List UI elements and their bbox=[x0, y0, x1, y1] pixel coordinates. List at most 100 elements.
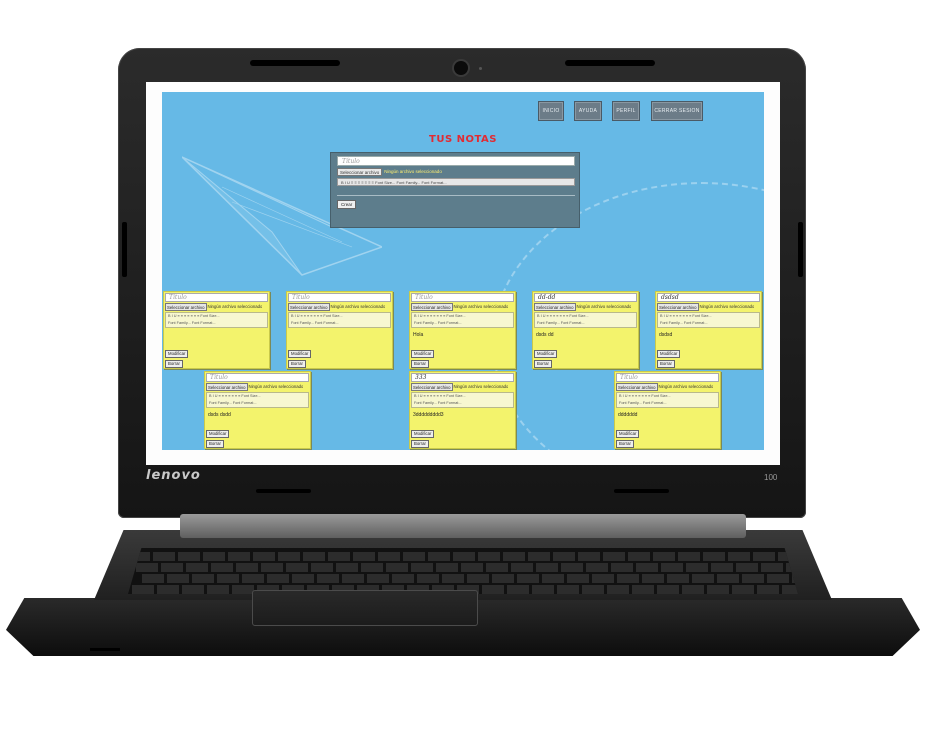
modify-note-button[interactable]: Modificar bbox=[657, 350, 681, 358]
delete-note-button[interactable]: Borrar bbox=[165, 360, 183, 368]
note-toolbar[interactable]: B I U ≡ ≡ ≡ ≡ ≡ ≡ ≡ Font Size... Font Fam… bbox=[411, 392, 514, 408]
note-card: Título Seleccionar archivo Ningún archivo… bbox=[409, 291, 516, 369]
toolbar-row: Font Family... Font Format... bbox=[660, 321, 708, 325]
nav-button-ayuda[interactable]: AYUDA bbox=[574, 101, 602, 121]
file-status-text: Ningún archivo seleccionado bbox=[576, 304, 632, 309]
laptop-model-label: 100 bbox=[764, 473, 778, 482]
note-toolbar[interactable]: B I U ≡ ≡ ≡ ≡ ≡ ≡ ≡ Font Size... Font Fam… bbox=[206, 392, 309, 408]
modify-note-button[interactable]: Modificar bbox=[411, 350, 435, 358]
delete-note-button[interactable]: Borrar bbox=[206, 440, 224, 448]
delete-note-button[interactable]: Borrar bbox=[411, 360, 429, 368]
note-toolbar[interactable]: B I U ≡ ≡ ≡ ≡ ≡ ≡ ≡ Font Size... Font Fam… bbox=[288, 312, 391, 328]
select-file-button[interactable]: Seleccionar archivo bbox=[534, 303, 576, 311]
toolbar-row: B I U ≡ ≡ ≡ ≡ ≡ ≡ ≡ Font Size... bbox=[209, 394, 261, 398]
file-status-text: Ningún archivo seleccionado bbox=[658, 384, 714, 389]
note-toolbar[interactable]: B I U ≡ ≡ ≡ ≡ ≡ ≡ ≡ Font Size... Font Fam… bbox=[165, 312, 268, 328]
note-card: Título Seleccionar archivo Ningún archivo… bbox=[204, 371, 311, 449]
note-file-picker: Seleccionar archivo Ningún archivo selecc… bbox=[165, 303, 268, 311]
select-file-button[interactable]: Seleccionar archivo bbox=[165, 303, 207, 311]
modify-note-button[interactable]: Modificar bbox=[288, 350, 312, 358]
file-status-text: Ningún archivo seleccionado bbox=[453, 304, 509, 309]
delete-note-button[interactable]: Borrar bbox=[534, 360, 552, 368]
note-toolbar[interactable]: B I U ≡ ≡ ≡ ≡ ≡ ≡ ≡ Font Size... Font Fam… bbox=[657, 312, 760, 328]
note-body-text[interactable]: dsds dsdd bbox=[208, 412, 308, 418]
note-toolbar[interactable]: B I U ≡ ≡ ≡ ≡ ≡ ≡ ≡ Font Size... Font Fam… bbox=[411, 312, 514, 328]
rich-text-toolbar[interactable]: B I U ≡ ≡ ≡ ≡ ≡ ≡ ≡ Font Size... Font Fa… bbox=[337, 178, 575, 186]
toolbar-row: Font Family... Font Format... bbox=[291, 321, 339, 325]
lid-slot-left bbox=[250, 60, 340, 66]
note-title-input[interactable]: dsdsd bbox=[657, 293, 760, 302]
toolbar-row: B I U ≡ ≡ ≡ ≡ ≡ ≡ ≡ Font Size... bbox=[168, 314, 220, 318]
note-toolbar[interactable]: B I U ≡ ≡ ≡ ≡ ≡ ≡ ≡ Font Size... Font Fam… bbox=[534, 312, 637, 328]
delete-note-button[interactable]: Borrar bbox=[288, 360, 306, 368]
lid-slot-right bbox=[565, 60, 655, 66]
select-file-button[interactable]: Seleccionar archivo bbox=[411, 383, 453, 391]
note-toolbar[interactable]: B I U ≡ ≡ ≡ ≡ ≡ ≡ ≡ Font Size... Font Fam… bbox=[616, 392, 719, 408]
note-title-input[interactable]: Título bbox=[616, 373, 719, 382]
toolbar-row: B I U ≡ ≡ ≡ ≡ ≡ ≡ ≡ Font Size... bbox=[537, 314, 589, 318]
nav-button-perfil[interactable]: PERFIL bbox=[612, 101, 640, 121]
laptop-brand-logo: lenovo bbox=[146, 468, 201, 483]
note-file-picker: Seleccionar archivo Ningún archivo selecc… bbox=[411, 303, 514, 311]
note-body-text[interactable]: ddddddd bbox=[618, 412, 718, 418]
file-status-text: Ningún archivo seleccionado bbox=[207, 304, 263, 309]
note-card: Título Seleccionar archivo Ningún archivo… bbox=[163, 291, 270, 369]
toolbar-row: Font Family... Font Format... bbox=[209, 401, 257, 405]
note-title-input[interactable]: 333 bbox=[411, 373, 514, 382]
note-body-text[interactable]: Hola bbox=[413, 332, 513, 338]
bezel-slot-right bbox=[614, 489, 669, 493]
delete-note-button[interactable]: Borrar bbox=[657, 360, 675, 368]
create-note-button[interactable]: Crear bbox=[337, 200, 357, 209]
file-status-text: Ningún archivo seleccionado bbox=[699, 304, 755, 309]
modify-note-button[interactable]: Modificar bbox=[534, 350, 558, 358]
modify-note-button[interactable]: Modificar bbox=[411, 430, 435, 438]
toolbar-row: Font Family... Font Format... bbox=[414, 401, 462, 405]
trackpad bbox=[252, 590, 478, 626]
delete-note-button[interactable]: Borrar bbox=[616, 440, 634, 448]
toolbar-row: B I U ≡ ≡ ≡ ≡ ≡ ≡ ≡ Font Size... bbox=[660, 314, 712, 318]
modify-note-button[interactable]: Modificar bbox=[616, 430, 640, 438]
delete-note-button[interactable]: Borrar bbox=[411, 440, 429, 448]
note-body-text[interactable]: dsdsd bbox=[659, 332, 759, 338]
note-body-text[interactable]: dsds dd bbox=[536, 332, 636, 338]
keyboard bbox=[128, 548, 798, 594]
notes-web-page: INICIO AYUDA PERFIL CERRAR SESION TUS NO… bbox=[162, 92, 764, 450]
file-status-text: Ningún archivo seleccionado bbox=[330, 304, 386, 309]
laptop-mockup: lenovo 100 INICIO AYUDA PERFIL CERRAR SE… bbox=[0, 0, 926, 730]
toolbar-row: B I U ≡ ≡ ≡ ≡ ≡ ≡ ≡ Font Size... bbox=[414, 314, 466, 318]
note-body-text[interactable]: 3ddddddddd3 bbox=[413, 412, 513, 418]
nav-button-inicio[interactable]: INICIO bbox=[538, 101, 564, 121]
note-title-input[interactable]: Título bbox=[165, 293, 268, 302]
new-note-editor: Título Seleccionar archivo Ningún archiv… bbox=[330, 152, 580, 228]
file-status-text: Ningún archivo seleccionado bbox=[384, 169, 442, 174]
key-row bbox=[136, 563, 798, 572]
note-file-picker: Seleccionar archivo Ningún archivo selecc… bbox=[534, 303, 637, 311]
note-card: Título Seleccionar archivo Ningún archivo… bbox=[614, 371, 721, 449]
select-file-button[interactable]: Seleccionar archivo bbox=[288, 303, 330, 311]
bezel-pad-right bbox=[798, 222, 803, 277]
modify-note-button[interactable]: Modificar bbox=[165, 350, 189, 358]
new-note-title-input[interactable]: Título bbox=[337, 156, 575, 166]
select-file-button[interactable]: Seleccionar archivo bbox=[337, 168, 383, 176]
select-file-button[interactable]: Seleccionar archivo bbox=[616, 383, 658, 391]
select-file-button[interactable]: Seleccionar archivo bbox=[206, 383, 248, 391]
new-note-file-picker: Seleccionar archivo Ningún archivo selec… bbox=[337, 168, 575, 176]
note-title-input[interactable]: Título bbox=[288, 293, 391, 302]
file-status-text: Ningún archivo seleccionado bbox=[453, 384, 509, 389]
note-file-picker: Seleccionar archivo Ningún archivo selecc… bbox=[657, 303, 760, 311]
note-title-input[interactable]: dd-dd bbox=[534, 293, 637, 302]
nav-button-cerrar-sesion[interactable]: CERRAR SESION bbox=[651, 101, 703, 121]
note-card: dsdsd Seleccionar archivo Ningún archivo … bbox=[655, 291, 762, 369]
new-note-body-textarea[interactable] bbox=[337, 186, 575, 196]
select-file-button[interactable]: Seleccionar archivo bbox=[411, 303, 453, 311]
file-status-text: Ningún archivo seleccionado bbox=[248, 384, 304, 389]
note-title-input[interactable]: Título bbox=[411, 293, 514, 302]
key-row bbox=[142, 574, 798, 583]
key-row bbox=[128, 552, 798, 561]
bezel-slot-left bbox=[256, 489, 311, 493]
note-title-input[interactable]: Título bbox=[206, 373, 309, 382]
modify-note-button[interactable]: Modificar bbox=[206, 430, 230, 438]
webcam-icon bbox=[454, 61, 468, 75]
select-file-button[interactable]: Seleccionar archivo bbox=[657, 303, 699, 311]
laptop-hinge bbox=[180, 514, 746, 538]
